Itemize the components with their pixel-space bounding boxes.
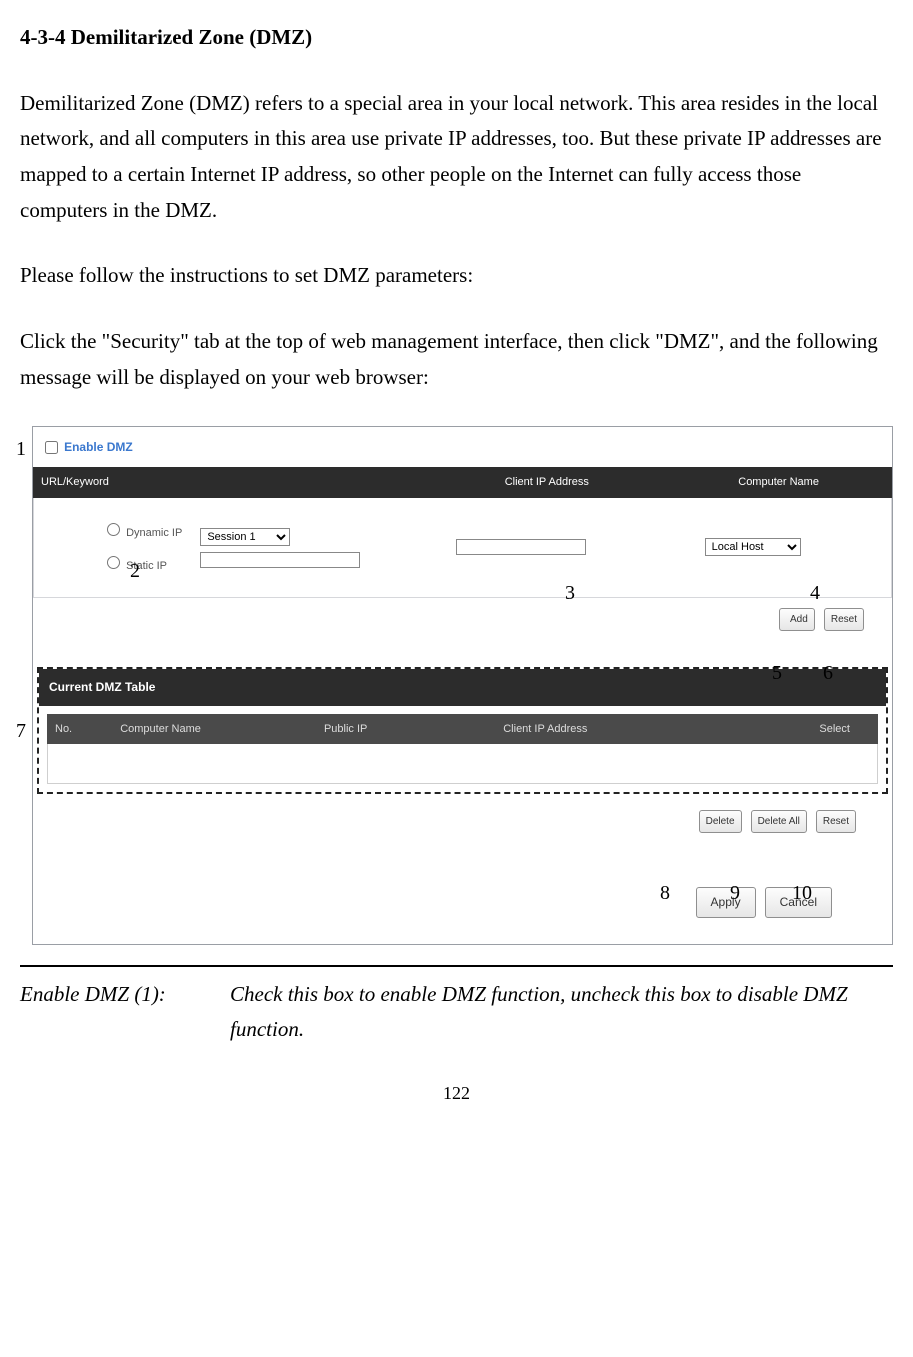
- screenshot-figure: 1 2 3 4 5 6 7 8 9 10 Enable DMZ URL/Keyw…: [20, 426, 893, 945]
- radio-static-ip[interactable]: [107, 556, 120, 569]
- callout-3: 3: [565, 576, 575, 610]
- header-computer-name: Computer Name: [673, 473, 884, 492]
- description-label: Enable DMZ (1):: [20, 977, 230, 1048]
- header-url: URL/Keyword: [41, 473, 420, 492]
- session-select[interactable]: Session 1: [200, 528, 290, 546]
- callout-2: 2: [130, 554, 140, 588]
- callout-8: 8: [660, 876, 670, 910]
- radio-dynamic-ip[interactable]: [107, 523, 120, 536]
- description-text: Check this box to enable DMZ function, u…: [230, 977, 893, 1048]
- callout-9: 9: [730, 876, 740, 910]
- delete-all-button[interactable]: Delete All: [751, 810, 807, 833]
- current-dmz-section: Current DMZ Table No. Computer Name Publ…: [37, 667, 888, 794]
- divider: [20, 965, 893, 967]
- callout-7: 7: [16, 714, 26, 748]
- th-computer-name: Computer Name: [120, 720, 324, 739]
- client-ip-input[interactable]: [456, 539, 586, 555]
- radio-dynamic-ip-text: Dynamic IP: [126, 527, 182, 539]
- radio-static-ip-label[interactable]: Static IP: [102, 553, 182, 576]
- enable-dmz-checkbox[interactable]: [45, 441, 58, 454]
- current-dmz-title: Current DMZ Table: [39, 669, 886, 705]
- reset-button[interactable]: Reset: [824, 608, 864, 631]
- th-client-ip: Client IP Address: [503, 720, 707, 739]
- callout-10: 10: [792, 876, 812, 910]
- delete-button[interactable]: Delete: [699, 810, 742, 833]
- callout-1: 1: [16, 432, 26, 466]
- dmz-table-body: [47, 744, 878, 784]
- reset2-button[interactable]: Reset: [816, 810, 856, 833]
- apply-button[interactable]: Apply: [696, 887, 756, 917]
- th-select: Select: [707, 720, 870, 739]
- input-row: Dynamic IP Static IP Session 1: [33, 498, 892, 598]
- radio-dynamic-ip-label[interactable]: Dynamic IP: [102, 520, 182, 543]
- th-no: No.: [55, 720, 120, 739]
- intro-paragraph-3: Click the "Security" tab at the top of w…: [20, 324, 893, 395]
- th-public-ip: Public IP: [324, 720, 503, 739]
- router-ui-panel: Enable DMZ URL/Keyword Client IP Address…: [32, 426, 893, 945]
- header-client-ip: Client IP Address: [420, 473, 673, 492]
- callout-6: 6: [823, 656, 833, 690]
- callout-5: 5: [772, 656, 782, 690]
- input-header-bar: URL/Keyword Client IP Address Computer N…: [33, 467, 892, 498]
- add-button[interactable]: Add: [779, 608, 815, 631]
- callout-4: 4: [810, 576, 820, 610]
- computer-name-select[interactable]: Local Host: [705, 538, 801, 556]
- section-heading: 4-3-4 Demilitarized Zone (DMZ): [20, 20, 893, 56]
- description-row: Enable DMZ (1): Check this box to enable…: [20, 977, 893, 1048]
- static-ip-input[interactable]: [200, 552, 360, 568]
- intro-paragraph-2: Please follow the instructions to set DM…: [20, 258, 893, 294]
- page-number: 122: [20, 1078, 893, 1109]
- dmz-table-header: No. Computer Name Public IP Client IP Ad…: [47, 714, 878, 745]
- intro-paragraph-1: Demilitarized Zone (DMZ) refers to a spe…: [20, 86, 893, 229]
- enable-dmz-label: Enable DMZ: [64, 440, 133, 454]
